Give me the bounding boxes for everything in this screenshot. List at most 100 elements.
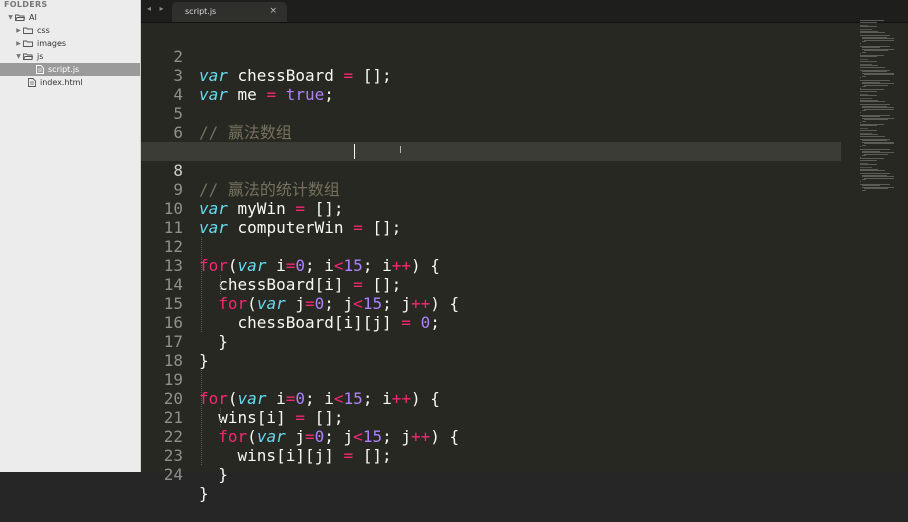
code-line: 3 var me = true; [141,47,841,104]
folder-icon [23,40,33,47]
minimap-line [860,32,886,33]
minimap-line [862,189,866,191]
minimap-line [864,188,888,189]
minimap-line [864,119,888,120]
minimap-line [860,164,877,165]
open-folder-icon [23,53,33,60]
code-line: 16 } [141,294,841,351]
minimap-line [860,21,877,23]
minimap-line [860,66,886,68]
tree-item-images-folder[interactable]: ▶ images [0,37,140,50]
minimap-line [860,170,886,171]
code-line: 23 } [141,427,841,484]
minimap-line [860,42,862,44]
tab-label: script.js [185,7,217,16]
code-line: 11 [141,199,841,237]
minimap-line [860,90,877,92]
minimap-line [860,56,877,57]
expanded-arrow-icon[interactable]: ▼ [6,14,15,21]
minimap-line [860,129,877,131]
tree-item-label: index.html [40,78,83,87]
minimap-line [860,60,877,62]
minimap-line [860,95,877,96]
minimap[interactable] [858,20,908,200]
ibeam-cursor-icon: Ⅰ [399,145,402,156]
tree-item-index-html[interactable]: index.html [0,76,140,89]
open-folder-icon [15,14,25,21]
code-line: 21 for(var j=0; j<15; j++) { [141,389,841,446]
minimap-line [862,41,866,42]
minimap-line [862,120,866,122]
minimap-line [864,84,888,86]
minimap-line [860,77,862,78]
code-line: 18 [141,332,841,370]
code-line: 15 chessBoard[i][j] = 0; [141,275,841,332]
code-line: 24 } [141,446,841,503]
minimap-line [862,144,866,146]
code-line: 22 wins[i][j] = []; [141,408,841,465]
code-line: 5 // 赢法数组 [141,85,841,142]
current-code-line: 8 // 赢法的统计数组 [141,142,841,199]
code-line: 17 } [141,313,841,370]
minimap-line [864,108,894,110]
indent-guide [220,408,221,427]
code-line: 14 for(var j=0; j<15; j++) { [141,256,841,313]
minimap-line [860,135,886,137]
minimap-line [862,86,866,87]
folder-icon [23,27,33,34]
minimap-line [860,159,877,161]
tree-item-ai-folder[interactable]: ▼ AI [0,11,140,24]
code-text: } [199,465,228,484]
code-line: 4 [141,66,841,104]
tree-item-script-js[interactable]: script.js [0,63,140,76]
tree-item-label: css [37,26,50,35]
minimap-line [862,110,866,111]
minimap-line [862,179,866,180]
minimap-line [864,153,888,155]
code-line: 20 wins[i] = []; [141,370,841,427]
tree-item-js-folder[interactable]: ▼ js [0,50,140,63]
minimap-line [860,180,862,182]
minimap-line [864,39,894,41]
minimap-line [860,101,886,102]
minimap-line [862,155,866,156]
code-line: 2 var chessBoard = []; [141,28,841,85]
text-caret [354,144,355,159]
code-line: 19 for(var i=0; i<15; i++) { [141,351,841,408]
minimap-line [862,51,866,53]
minimap-line [864,74,894,75]
tab-bar: ◂ ▸ script.js × [141,0,908,23]
minimap-line [860,125,877,126]
tree-item-label: AI [29,13,37,22]
expanded-arrow-icon[interactable]: ▼ [14,53,23,60]
minimap-line [860,111,862,113]
collapsed-arrow-icon[interactable]: ▶ [14,27,23,34]
code-line: 12 for(var i=0; i<15; i++) { [141,218,841,275]
minimap-line [864,143,894,144]
indent-guide [201,370,202,465]
folders-header: FOLDERS [4,0,48,9]
sidebar: FOLDERS ▼ AI ▶ css ▶ images ▼ js script.… [0,0,141,472]
tab-script-js[interactable]: script.js × [172,2,287,22]
tree-item-label: images [37,39,67,48]
code-line: 10 var computerWin = []; [141,180,841,237]
code-line: 7 [141,123,841,161]
minimap-line [862,75,866,77]
minimap-line [864,50,888,51]
minimap-line [860,26,877,27]
minimap-line [864,177,894,179]
collapsed-arrow-icon[interactable]: ▶ [14,40,23,47]
tab-nav-arrows-icon[interactable]: ◂ ▸ [147,4,167,13]
file-icon [28,78,36,87]
line-number: 24 [163,465,183,484]
indent-guide [220,275,221,294]
minimap-line [860,146,862,147]
close-icon[interactable]: × [269,6,277,16]
code-line: 6 var wins = []; [141,104,841,161]
editor[interactable]: ◂ ▸ script.js × 2 var chessBoard = []; 3… [141,0,908,503]
code-line: 9 var myWin = []; [141,161,841,218]
code-text: } [199,484,209,503]
tree-item-label: script.js [48,65,80,74]
tree-item-css-folder[interactable]: ▶ css [0,24,140,37]
tree-item-label: js [37,52,44,61]
